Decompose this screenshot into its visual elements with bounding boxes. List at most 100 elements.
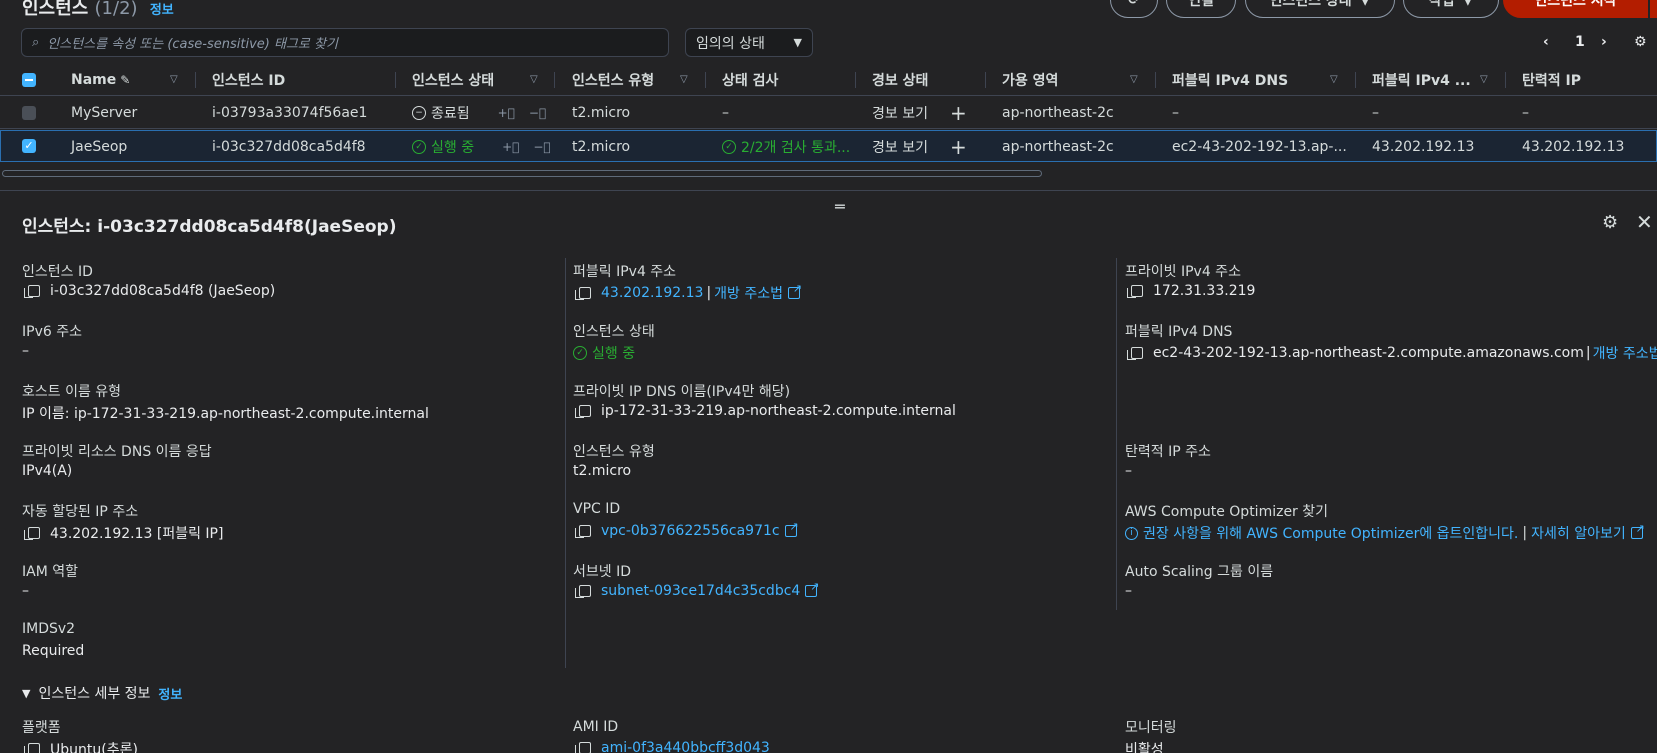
actions-button[interactable]: 작업 ▼ (1403, 0, 1499, 18)
ami-link[interactable]: ami-0f3a440bbcff3d043 (601, 740, 770, 753)
field-label: IPv6 주소 (22, 324, 82, 340)
public-ipv4: 43.202.192.13 (1372, 139, 1475, 155)
elastic-ip: – (1522, 105, 1529, 121)
copy-icon[interactable] (24, 285, 40, 298)
prev-page-button[interactable]: ‹ (1543, 30, 1549, 54)
divider (195, 72, 196, 88)
public-dns: – (1172, 105, 1179, 121)
copy-icon[interactable] (575, 405, 591, 418)
instance-count: (1/2) (94, 0, 138, 19)
copy-icon[interactable] (1127, 285, 1143, 298)
horizontal-scrollbar[interactable] (2, 170, 1042, 177)
resize-handle-icon[interactable]: ═ (835, 197, 845, 216)
instance-state-button[interactable]: 인스턴스 상태 ▼ (1245, 0, 1395, 18)
open-address-link[interactable]: 개방 주소법 (714, 283, 783, 303)
sort-icon[interactable]: ▽ (1330, 74, 1338, 85)
state-filter-select[interactable]: 임의의 상태 ▼ (685, 28, 813, 57)
launch-instance-button[interactable]: 인스턴스 시작 (1503, 0, 1648, 18)
field-label: 프라이빗 리소스 DNS 이름 응답 (22, 444, 212, 460)
connect-label: 연결 (1188, 0, 1214, 9)
learn-more-link[interactable]: 자세히 알아보기 (1531, 523, 1626, 543)
public-ip-link[interactable]: 43.202.192.13 (601, 285, 703, 301)
sort-icon[interactable]: ▽ (170, 74, 178, 85)
instance-details-section-toggle[interactable]: ▼ 인스턴스 세부 정보 정보 (22, 683, 182, 703)
field-label: 인스턴스 ID (22, 264, 93, 280)
col-az[interactable]: 가용 영역 (1002, 64, 1058, 96)
state-filter-value: 임의의 상태 (696, 35, 765, 52)
col-public-dns[interactable]: 퍼블릭 IPv4 DNS (1172, 64, 1288, 96)
elastic-ip: 43.202.192.13 (1522, 139, 1625, 155)
field-label: IAM 역할 (22, 564, 78, 580)
zoom-out-icon[interactable]: −⃝ (529, 106, 546, 120)
page-number[interactable]: 1 (1575, 30, 1585, 54)
preferences-button[interactable]: ⚙ (1634, 30, 1647, 54)
col-instance-type[interactable]: 인스턴스 유형 (572, 64, 654, 96)
field-label: 모니터링 (1125, 720, 1177, 736)
view-alarms-link[interactable]: 경보 보기 (872, 97, 928, 129)
value-text: Ubuntu(추론) (50, 742, 138, 753)
view-alarms-link[interactable]: 경보 보기 (872, 131, 928, 163)
add-alarm-icon[interactable]: + (950, 131, 967, 163)
instance-id-link[interactable]: i-03793a33074f56ae1 (212, 97, 367, 129)
refresh-button[interactable]: ⟳ (1110, 0, 1158, 18)
search-placeholder: 인스턴스를 속성 또는 (case-sensitive) 태그로 찾기 (47, 37, 338, 52)
copy-icon[interactable] (24, 743, 40, 753)
close-icon[interactable]: ✕ (1636, 210, 1653, 234)
col-public-ipv4[interactable]: 퍼블릭 IPv4 ... (1372, 64, 1471, 96)
field-label: 인스턴스 상태 (573, 324, 655, 340)
row-checkbox-checked[interactable]: ✓ (22, 139, 36, 153)
col-elastic-ip[interactable]: 탄력적 IP (1522, 64, 1581, 96)
private-ipv4-value: 172.31.33.219 (1125, 283, 1255, 299)
optin-link[interactable]: 권장 사항을 위해 AWS Compute Optimizer에 옵트인합니다. (1143, 523, 1518, 543)
open-address-link[interactable]: 개방 주소법 (1593, 343, 1657, 363)
divider (0, 190, 1657, 191)
gear-icon[interactable]: ⚙ (1602, 212, 1618, 233)
divider (554, 72, 555, 88)
instance-type: t2.micro (572, 139, 631, 155)
instance-id-link[interactable]: i-03c327dd08ca5d4f8 (212, 131, 366, 163)
edit-icon: ✎ (120, 73, 131, 87)
table-row[interactable]: ✓ JaeSeop i-03c327dd08ca5d4f8 ✓ 실행 중 +⃝ −⃝ … (0, 130, 1657, 162)
copy-icon[interactable] (24, 527, 40, 540)
next-page-button[interactable]: › (1601, 30, 1607, 54)
page-label: 1 (1575, 34, 1585, 50)
search-input[interactable]: ⌕ 인스턴스를 속성 또는 (case-sensitive) 태그로 찾기 (21, 28, 669, 57)
col-name[interactable]: Name ✎ (71, 64, 130, 96)
col-status-check[interactable]: 상태 검사 (722, 64, 778, 96)
caret-down-icon: ▼ (1359, 0, 1371, 8)
copy-icon[interactable] (575, 585, 591, 598)
zoom-in-icon[interactable]: +⃝ (502, 140, 519, 154)
sort-icon[interactable]: ▽ (1480, 74, 1488, 85)
add-alarm-icon[interactable]: + (950, 97, 967, 129)
copy-icon[interactable] (1127, 347, 1143, 360)
copy-icon[interactable] (575, 742, 591, 753)
launch-dropdown-button[interactable]: ▼ (1650, 0, 1657, 18)
state-text: 종료됨 (431, 106, 470, 122)
connect-button[interactable]: 연결 (1166, 0, 1236, 18)
col-instance-id[interactable]: 인스턴스 ID (212, 64, 285, 96)
public-ipv4-value: 43.202.192.13 | 개방 주소법 (573, 282, 802, 303)
copy-icon[interactable] (575, 525, 591, 538)
row-checkbox[interactable] (22, 106, 36, 120)
info-link[interactable]: 정보 (158, 684, 182, 703)
field-label: AWS Compute Optimizer 찾기 (1125, 504, 1329, 520)
info-link[interactable]: 정보 (150, 3, 174, 18)
subnet-link[interactable]: subnet-093ce17d4c35cdbc4 (601, 583, 800, 599)
select-all-checkbox[interactable] (22, 73, 36, 87)
table-row[interactable]: MyServer i-03793a33074f56ae1 − 종료됨 +⃝ −⃝ t2… (0, 97, 1657, 129)
separator: | (1522, 525, 1528, 541)
zoom-out-icon[interactable]: −⃝ (533, 140, 550, 154)
copy-icon[interactable] (575, 287, 591, 300)
zoom-in-icon[interactable]: +⃝ (498, 106, 515, 120)
page-title: 인스턴스 (1/2) 정보 (22, 0, 174, 20)
sort-icon[interactable]: ▽ (530, 74, 538, 85)
vpc-link[interactable]: vpc-0b376622556ca971c (601, 523, 780, 539)
field-label: 퍼블릭 IPv4 주소 (573, 264, 677, 280)
sort-icon[interactable]: ▽ (680, 74, 688, 85)
col-instance-state[interactable]: 인스턴스 상태 (412, 64, 494, 96)
divider (985, 72, 986, 88)
sort-icon[interactable]: ▽ (1130, 74, 1138, 85)
col-alarm-status[interactable]: 경보 상태 (872, 64, 928, 96)
platform-value: Ubuntu(추론) (22, 739, 138, 753)
col-label: 상태 검사 (722, 73, 779, 89)
